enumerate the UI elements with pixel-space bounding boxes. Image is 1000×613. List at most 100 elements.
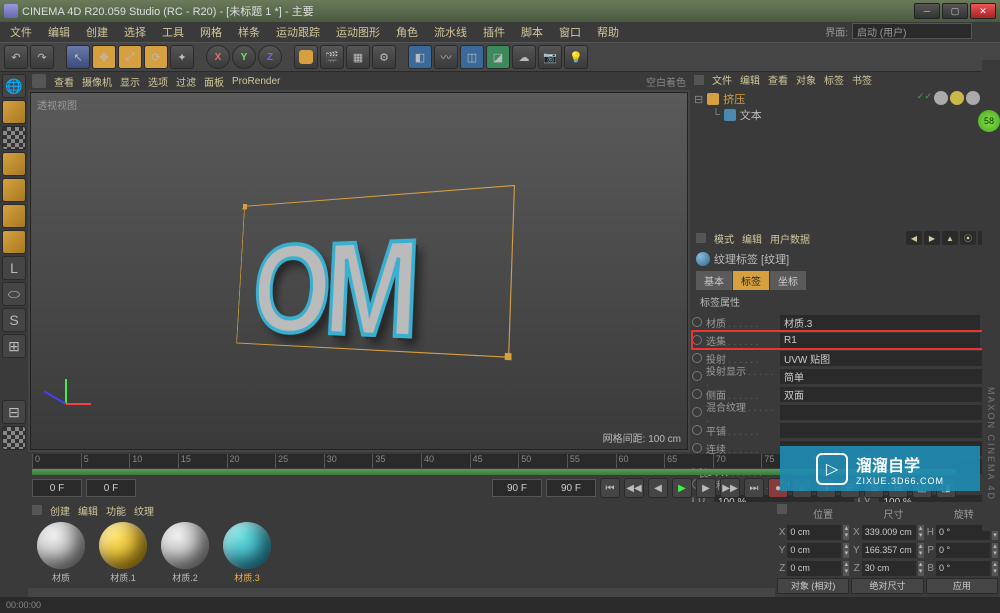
material-shelf[interactable]: 材质 材质.1 材质.2 材质.3 <box>28 518 775 588</box>
attr-tab-coord[interactable]: 坐标 <box>770 271 806 290</box>
spinner[interactable]: ▴▾ <box>918 543 924 558</box>
menu-pipeline[interactable]: 流水线 <box>428 22 473 42</box>
lock-mode[interactable] <box>2 426 26 450</box>
view-menu-filter[interactable]: 过滤 <box>176 74 196 89</box>
render-settings[interactable]: ⚙ <box>372 45 396 69</box>
prev-frame[interactable]: ◀ <box>648 478 668 498</box>
menu-mograph[interactable]: 运动图形 <box>330 22 386 42</box>
deformer-tool[interactable]: ◪ <box>486 45 510 69</box>
attr-input[interactable] <box>780 423 998 438</box>
quantize[interactable]: ⊟ <box>2 400 26 424</box>
menu-file[interactable]: 文件 <box>4 22 38 42</box>
texture-mode[interactable] <box>2 126 26 150</box>
workplane-mode[interactable]: ⊞ <box>2 334 26 358</box>
spinner[interactable]: ▴▾ <box>843 525 849 540</box>
undo-button[interactable]: ↶ <box>4 45 28 69</box>
x-axis-toggle[interactable]: X <box>206 45 230 69</box>
size-mode-select[interactable]: 绝对尺寸 <box>851 578 923 594</box>
spinner[interactable]: ▴▾ <box>992 543 998 558</box>
menu-spline[interactable]: 样条 <box>232 22 266 42</box>
key-radio[interactable] <box>692 335 702 345</box>
viewport-3d[interactable]: 透视视图 OM 网格间距: 100 cm <box>30 92 688 450</box>
view-menu-view[interactable]: 查看 <box>54 74 74 89</box>
material-item[interactable]: 材质.1 <box>94 522 152 584</box>
prev-key[interactable]: ◀◀ <box>624 478 644 498</box>
menu-tools[interactable]: 工具 <box>156 22 190 42</box>
close-button[interactable]: ✕ <box>970 3 996 19</box>
rot-input[interactable] <box>936 561 990 576</box>
menu-plugins[interactable]: 插件 <box>477 22 511 42</box>
mat-menu-edit[interactable]: 编辑 <box>78 503 98 518</box>
spinner[interactable]: ▴▾ <box>843 561 849 576</box>
attr-input[interactable] <box>780 369 998 384</box>
z-axis-toggle[interactable]: Z <box>258 45 282 69</box>
frame-end-input[interactable] <box>492 479 542 497</box>
spinner[interactable]: ▴▾ <box>918 525 924 540</box>
tree-item-extrude[interactable]: ⊟ 挤压 <box>694 91 917 107</box>
obj-tab-tags[interactable]: 标签 <box>824 72 844 87</box>
attr-userdata[interactable]: 用户数据 <box>770 231 810 246</box>
y-axis-toggle[interactable]: Y <box>232 45 256 69</box>
material-item[interactable]: 材质.2 <box>156 522 214 584</box>
tweak-mode[interactable]: ⬭ <box>2 282 26 306</box>
update-badge[interactable]: 58 <box>978 110 1000 132</box>
spinner[interactable]: ▴▾ <box>992 561 998 576</box>
key-radio[interactable] <box>692 317 702 327</box>
next-frame[interactable]: ▶ <box>696 478 716 498</box>
attr-input[interactable] <box>780 315 980 330</box>
attr-input[interactable] <box>780 351 998 366</box>
nav-back[interactable]: ◀ <box>906 231 922 245</box>
rotate-tool[interactable]: ⟳ <box>144 45 168 69</box>
layout-combo[interactable]: 启动 (用户) <box>852 23 972 39</box>
last-tool[interactable]: ✦ <box>170 45 194 69</box>
pos-input[interactable] <box>787 561 841 576</box>
vis-toggle-icon[interactable]: ✓✓ <box>917 91 932 223</box>
key-radio[interactable] <box>692 407 702 417</box>
key-radio[interactable] <box>692 371 702 381</box>
play-button[interactable]: ▶ <box>672 478 692 498</box>
attr-tab-tag[interactable]: 标签 <box>733 271 769 290</box>
spinner[interactable]: ▴▾ <box>918 561 924 576</box>
move-tool[interactable]: ✥ <box>92 45 116 69</box>
object-tree[interactable]: ⊟ 挤压 └ 文本 ✓✓ <box>690 87 1000 227</box>
maximize-button[interactable]: ▢ <box>942 3 968 19</box>
menu-edit[interactable]: 编辑 <box>42 22 76 42</box>
uv-point-mode[interactable] <box>2 230 26 254</box>
tag-icon[interactable] <box>934 91 948 105</box>
grip-icon[interactable] <box>696 233 706 243</box>
goto-start[interactable]: ⏮ <box>600 478 620 498</box>
obj-tab-edit[interactable]: 编辑 <box>740 72 760 87</box>
tag-icon[interactable] <box>966 91 980 105</box>
menu-help[interactable]: 帮助 <box>591 22 625 42</box>
view-menu-options[interactable]: 选项 <box>148 74 168 89</box>
grip-icon[interactable] <box>777 504 787 514</box>
obj-tab-file[interactable]: 文件 <box>712 72 732 87</box>
model-mode[interactable]: 🌐 <box>2 74 26 98</box>
generator-tool[interactable]: ◫ <box>460 45 484 69</box>
obj-tab-object[interactable]: 对象 <box>796 72 816 87</box>
attr-input[interactable] <box>780 405 998 420</box>
spline-tool[interactable]: 〰 <box>434 45 458 69</box>
key-radio[interactable] <box>692 353 702 363</box>
attr-mode[interactable]: 模式 <box>714 231 734 246</box>
menu-window[interactable]: 窗口 <box>553 22 587 42</box>
grip-icon[interactable] <box>32 505 42 515</box>
nav-lock[interactable]: ⦿ <box>960 231 976 245</box>
tree-item-text[interactable]: └ 文本 <box>694 107 917 123</box>
obj-tab-bookmark[interactable]: 书签 <box>852 72 872 87</box>
mat-menu-func[interactable]: 功能 <box>106 503 126 518</box>
pos-input[interactable] <box>787 543 841 558</box>
attr-edit[interactable]: 编辑 <box>742 231 762 246</box>
search-icon[interactable] <box>32 74 46 88</box>
menu-mesh[interactable]: 网格 <box>194 22 228 42</box>
nav-fwd[interactable]: ▶ <box>924 231 940 245</box>
render-view[interactable]: 🎬 <box>320 45 344 69</box>
view-menu-display[interactable]: 显示 <box>120 74 140 89</box>
attr-input[interactable] <box>780 333 980 348</box>
next-key[interactable]: ▶▶ <box>720 478 740 498</box>
menu-tracker[interactable]: 运动跟踪 <box>270 22 326 42</box>
frame-cur-input[interactable] <box>86 479 136 497</box>
light-tool[interactable]: 💡 <box>564 45 588 69</box>
environment-tool[interactable]: ☁ <box>512 45 536 69</box>
view-menu-camera[interactable]: 摄像机 <box>82 74 112 89</box>
